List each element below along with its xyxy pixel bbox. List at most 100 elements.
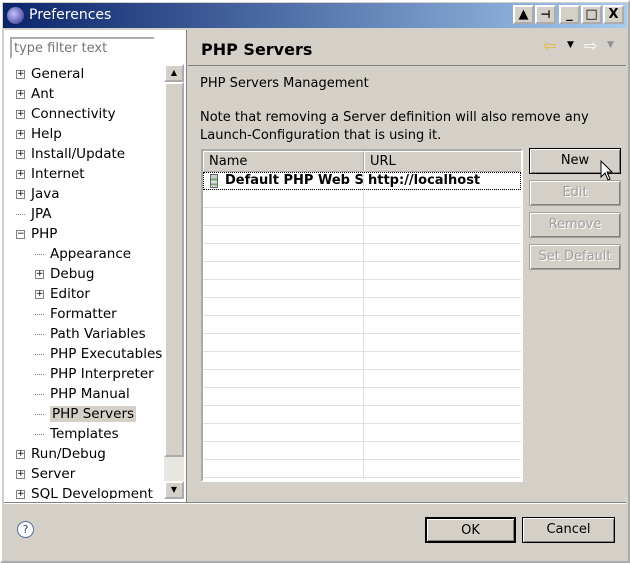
pin-button[interactable]: ⊣: [535, 5, 556, 24]
remove-button[interactable]: Remove: [529, 212, 621, 238]
table-row[interactable]: [203, 298, 521, 316]
tree-item-label: Connectivity: [31, 106, 116, 122]
table-row[interactable]: Default PHP Web S... http://localhost: [203, 172, 521, 190]
cell-name: [203, 460, 364, 478]
cell-url: [364, 298, 521, 316]
tree-item[interactable]: + Server: [16, 464, 164, 484]
tree-item[interactable]: + Debug: [16, 264, 164, 284]
ok-button[interactable]: OK: [425, 517, 516, 543]
table-row[interactable]: [203, 262, 521, 280]
tree-item[interactable]: − PHP: [16, 224, 164, 244]
table-row[interactable]: [203, 208, 521, 226]
tree-scrollbar[interactable]: ▲ ▼: [164, 64, 184, 499]
tree-item[interactable]: PHP Manual: [16, 384, 164, 404]
tree-item[interactable]: + Connectivity: [16, 104, 164, 124]
tree-item[interactable]: PHP Interpreter: [16, 364, 164, 384]
forward-arrow-icon[interactable]: ⇨: [584, 36, 597, 55]
expand-icon[interactable]: +: [16, 189, 25, 199]
tree-item[interactable]: Appearance: [16, 244, 164, 264]
expand-icon[interactable]: +: [16, 89, 25, 99]
back-menu-icon[interactable]: ▼: [567, 40, 574, 50]
mouse-cursor-icon: [600, 160, 614, 181]
maximize-button[interactable]: □: [581, 5, 602, 24]
scroll-thumb[interactable]: [164, 82, 184, 457]
tree-item[interactable]: PHP Servers: [16, 404, 164, 424]
table-row[interactable]: [203, 388, 521, 406]
tree-item[interactable]: Templates: [16, 424, 164, 444]
expand-icon[interactable]: +: [16, 109, 25, 119]
tree-item-label: SQL Development: [31, 486, 153, 499]
expand-icon[interactable]: +: [16, 489, 25, 499]
help-icon[interactable]: ?: [17, 521, 34, 538]
expand-icon[interactable]: +: [16, 149, 25, 159]
filter-input[interactable]: [10, 37, 155, 59]
expand-icon[interactable]: +: [16, 169, 25, 179]
collapse-button[interactable]: ▲: [513, 5, 534, 24]
edit-button[interactable]: Edit: [529, 180, 621, 206]
tree-item-label: JPA: [31, 206, 52, 222]
tree-item[interactable]: Formatter: [16, 304, 164, 324]
table-row[interactable]: [203, 244, 521, 262]
tree-item[interactable]: + SQL Development: [16, 484, 164, 499]
close-button[interactable]: X: [603, 5, 624, 24]
tree-item-label: Appearance: [50, 246, 132, 262]
tree-item-label: Editor: [50, 286, 90, 302]
expand-icon[interactable]: +: [16, 449, 25, 459]
expand-icon[interactable]: +: [35, 269, 44, 279]
page-subtitle: PHP Servers Management: [200, 76, 369, 91]
expand-icon[interactable]: +: [16, 129, 25, 139]
cell-name: [203, 442, 364, 460]
table-row[interactable]: [203, 352, 521, 370]
cancel-button[interactable]: Cancel: [522, 517, 615, 543]
tree-item-label: Internet: [31, 166, 85, 182]
tree-item-label: PHP Servers: [50, 406, 137, 422]
tree-item[interactable]: + Ant: [16, 84, 164, 104]
forward-menu-icon[interactable]: ▼: [607, 40, 614, 50]
tree-line: [35, 253, 44, 255]
table-row[interactable]: [203, 316, 521, 334]
table-row[interactable]: [203, 460, 521, 478]
set-default-button[interactable]: Set Default: [529, 244, 621, 270]
tree-item[interactable]: + Help: [16, 124, 164, 144]
expand-icon[interactable]: +: [16, 69, 25, 79]
tree-item[interactable]: JPA: [16, 204, 164, 224]
cell-name: [203, 226, 364, 244]
tree-item[interactable]: + Install/Update: [16, 144, 164, 164]
cell-name: [203, 244, 364, 262]
collapse-icon[interactable]: −: [16, 229, 25, 239]
cell-url: [364, 370, 521, 388]
table-row[interactable]: [203, 334, 521, 352]
tree-item-label: Ant: [31, 86, 55, 102]
scroll-down-button[interactable]: ▼: [164, 481, 184, 499]
minimize-button[interactable]: _: [559, 5, 580, 24]
back-arrow-icon[interactable]: ⇦: [543, 36, 556, 55]
table-row[interactable]: [203, 424, 521, 442]
tree-item-label: Path Variables: [50, 326, 146, 342]
tree-item-label: Templates: [50, 426, 119, 442]
tree-item-label: Run/Debug: [31, 446, 106, 462]
tree-item-label: PHP Interpreter: [50, 366, 154, 382]
tree-item[interactable]: + Run/Debug: [16, 444, 164, 464]
table-row[interactable]: [203, 190, 521, 208]
cell-url: [364, 406, 521, 424]
table-row[interactable]: [203, 226, 521, 244]
tree-item[interactable]: + General: [16, 64, 164, 84]
tree-item[interactable]: PHP Executables: [16, 344, 164, 364]
tree-item[interactable]: + Java: [16, 184, 164, 204]
tree-item[interactable]: + Internet: [16, 164, 164, 184]
column-header-name[interactable]: Name: [203, 151, 364, 172]
tree-item[interactable]: + Editor: [16, 284, 164, 304]
cell-url: [364, 244, 521, 262]
tree-line: [35, 413, 44, 415]
expand-icon[interactable]: +: [35, 289, 44, 299]
table-row[interactable]: [203, 442, 521, 460]
expand-icon[interactable]: +: [16, 469, 25, 479]
table-row[interactable]: [203, 370, 521, 388]
scroll-up-button[interactable]: ▲: [164, 64, 184, 82]
tree-item[interactable]: Path Variables: [16, 324, 164, 344]
table-row[interactable]: [203, 280, 521, 298]
cell-name: [203, 208, 364, 226]
cell-name: [203, 316, 364, 334]
column-header-url[interactable]: URL: [364, 151, 521, 172]
table-row[interactable]: [203, 406, 521, 424]
